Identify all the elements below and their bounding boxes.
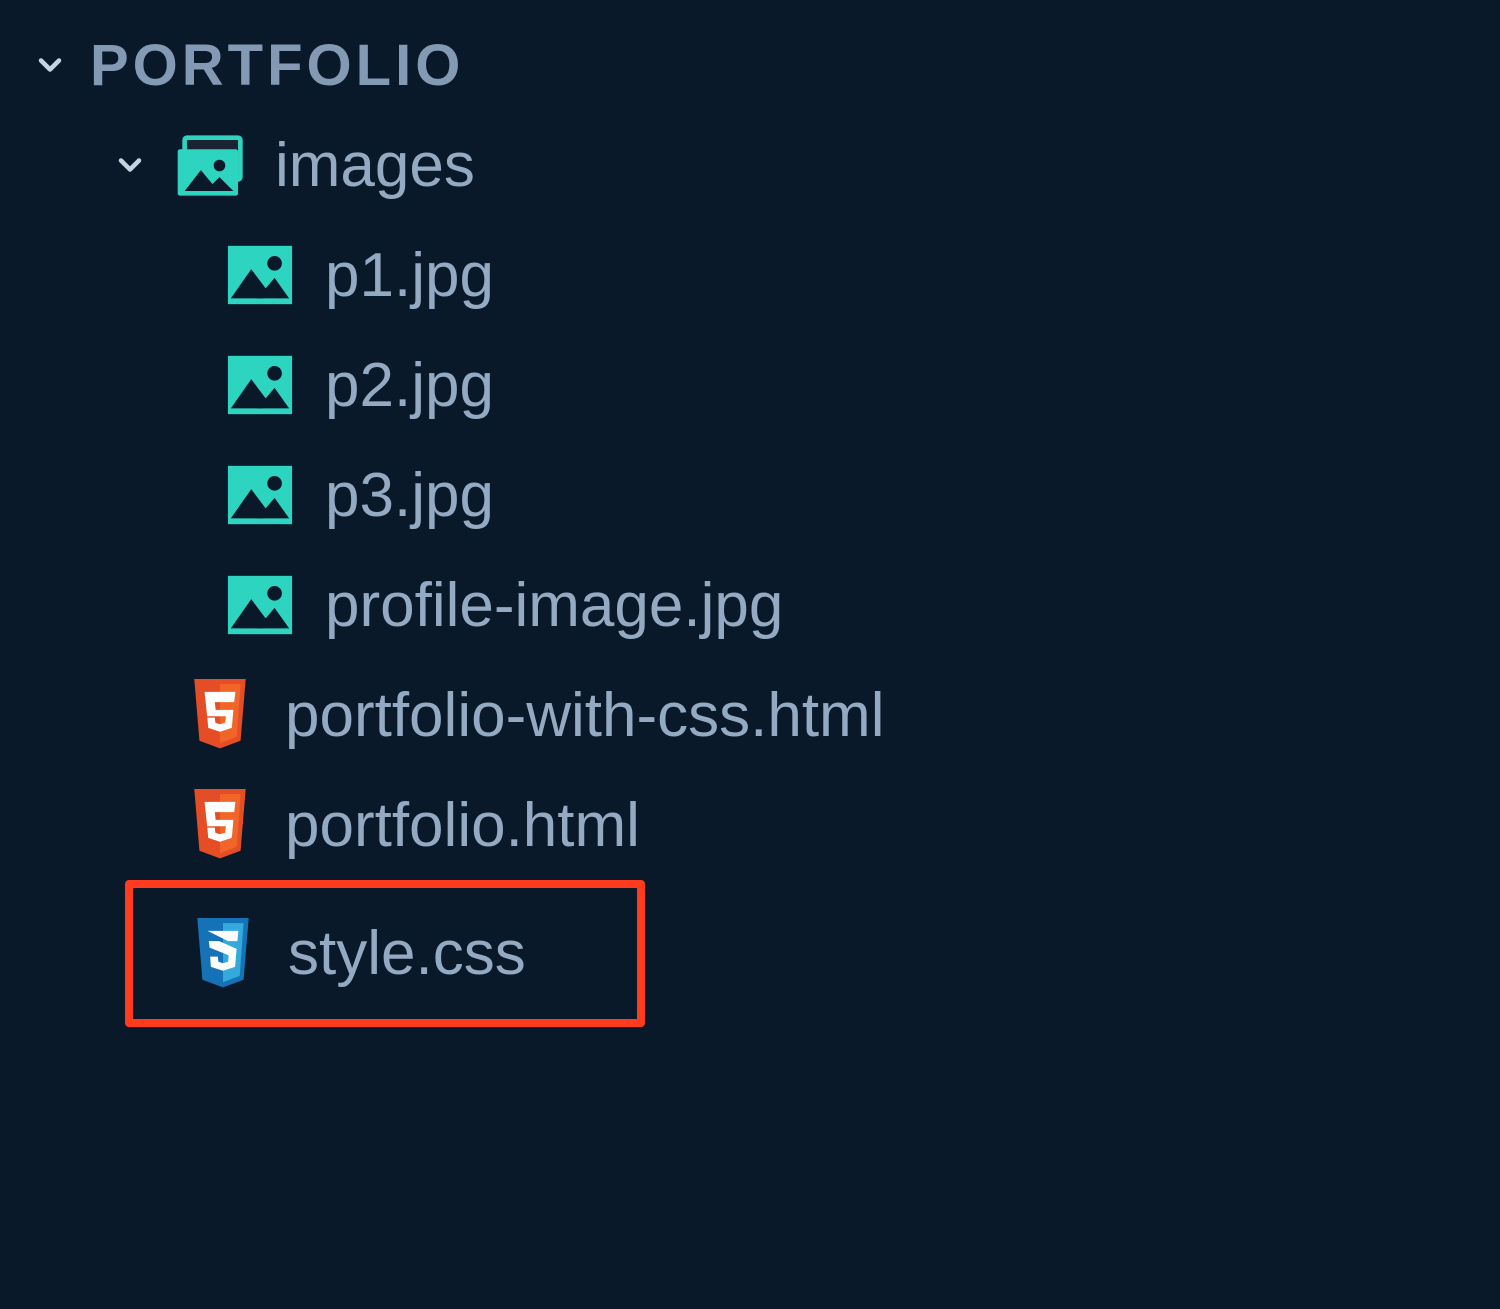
- html-file-icon: [185, 680, 255, 750]
- file-label: portfolio.html: [285, 790, 640, 861]
- file-label: portfolio-with-css.html: [285, 680, 884, 751]
- root-folder-label: PORTFOLIO: [90, 32, 464, 99]
- tree-file-image[interactable]: profile-image.jpg: [0, 550, 1500, 660]
- image-file-icon: [225, 570, 295, 640]
- tree-file-html[interactable]: portfolio.html: [0, 770, 1500, 880]
- file-label: p1.jpg: [325, 240, 494, 311]
- tree-folder-images[interactable]: images: [0, 110, 1500, 220]
- tree-file-image[interactable]: p3.jpg: [0, 440, 1500, 550]
- folder-image-icon: [175, 130, 250, 200]
- tree-file-css-highlighted[interactable]: style.css: [125, 880, 645, 1027]
- image-file-icon: [225, 460, 295, 530]
- file-label: p2.jpg: [325, 350, 494, 421]
- tree-file-image[interactable]: p2.jpg: [0, 330, 1500, 440]
- file-label: style.css: [288, 918, 526, 989]
- chevron-down-icon: [30, 45, 70, 85]
- folder-label: images: [275, 130, 475, 201]
- file-label: p3.jpg: [325, 460, 494, 531]
- file-label: profile-image.jpg: [325, 570, 783, 641]
- image-file-icon: [225, 350, 295, 420]
- tree-file-html[interactable]: portfolio-with-css.html: [0, 660, 1500, 770]
- tree-file-image[interactable]: p1.jpg: [0, 220, 1500, 330]
- css-file-icon: [188, 919, 258, 989]
- image-file-icon: [225, 240, 295, 310]
- tree-root-row[interactable]: PORTFOLIO: [0, 20, 1500, 110]
- html-file-icon: [185, 790, 255, 860]
- chevron-down-icon: [110, 145, 150, 185]
